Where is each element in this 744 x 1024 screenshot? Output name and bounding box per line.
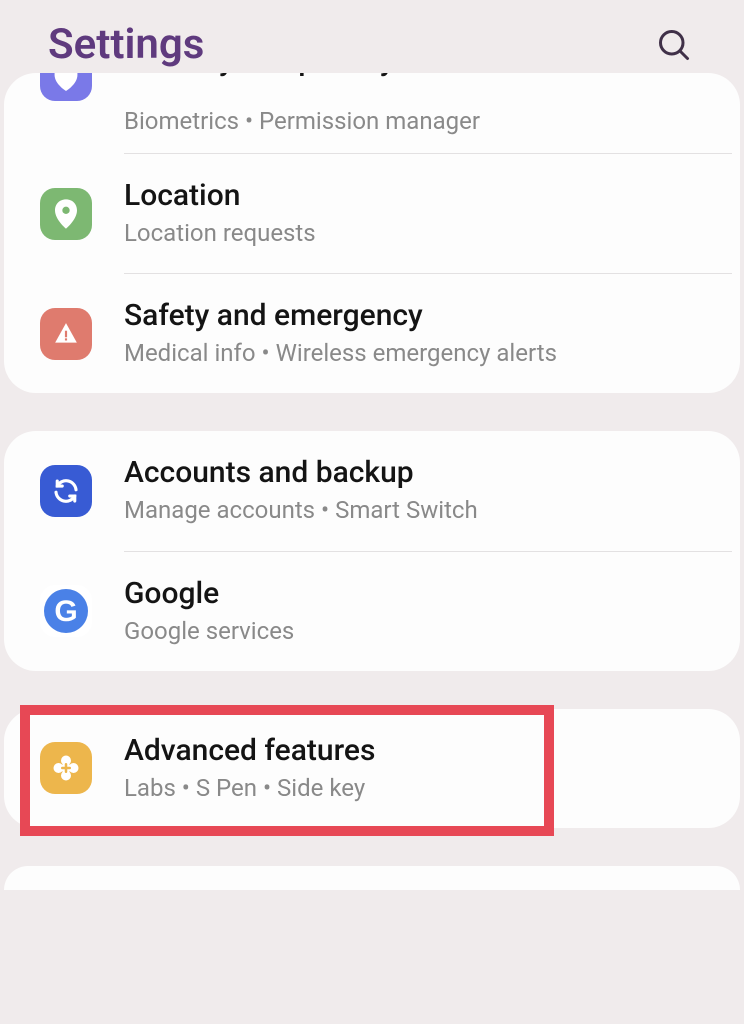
- svg-text:G: G: [54, 595, 77, 628]
- list-item-google[interactable]: G Google Google services: [4, 552, 740, 671]
- row-subtitle: Manage accounts • Smart Switch: [124, 495, 704, 526]
- sync-icon: [40, 465, 92, 517]
- list-item-advanced-features[interactable]: Advanced features Labs • S Pen • Side ke…: [4, 709, 740, 828]
- list-item-safety[interactable]: Safety and emergency Medical info • Wire…: [4, 274, 740, 393]
- settings-group-1: Security and privacy Biometrics • Permis…: [4, 73, 740, 393]
- plus-flower-icon: [40, 742, 92, 794]
- row-subtitle: Biometrics • Permission manager: [124, 106, 480, 137]
- row-subtitle: Labs • S Pen • Side key: [124, 773, 704, 804]
- settings-group-3: Advanced features Labs • S Pen • Side ke…: [4, 709, 740, 828]
- row-title: Security and privacy: [124, 73, 480, 76]
- row-title: Accounts and backup: [124, 455, 704, 491]
- list-item-accounts[interactable]: Accounts and backup Manage accounts • Sm…: [4, 431, 740, 550]
- row-title: Advanced features: [124, 733, 704, 769]
- search-button[interactable]: [652, 23, 696, 67]
- row-subtitle: Google services: [124, 616, 704, 647]
- pin-icon: [40, 188, 92, 240]
- list-item-location[interactable]: Location Location requests: [4, 154, 740, 273]
- settings-group-next-peek: [4, 866, 740, 890]
- google-icon: G: [40, 585, 92, 637]
- settings-group-2: Accounts and backup Manage accounts • Sm…: [4, 431, 740, 670]
- row-title: Location: [124, 178, 704, 214]
- row-title: Safety and emergency: [124, 298, 704, 334]
- list-item-security[interactable]: Security and privacy Biometrics • Permis…: [4, 73, 740, 153]
- row-title: Google: [124, 576, 704, 612]
- row-subtitle: Location requests: [124, 218, 704, 249]
- search-icon: [656, 27, 692, 63]
- alert-icon: [40, 308, 92, 360]
- row-subtitle: Medical info • Wireless emergency alerts: [124, 338, 704, 369]
- page-title: Settings: [48, 20, 204, 69]
- shield-icon: [40, 73, 92, 101]
